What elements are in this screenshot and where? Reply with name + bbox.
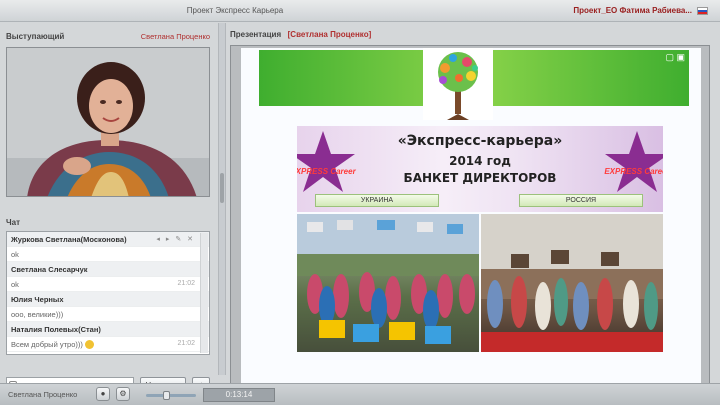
- volume-slider[interactable]: [146, 394, 196, 397]
- status-user-name: Светлана Проценко: [8, 390, 78, 399]
- speaker-name: Светлана Проценко: [140, 32, 210, 41]
- session-time: 0:13:14: [203, 388, 275, 402]
- photo-ukraine-group: [297, 214, 479, 352]
- title-bar: Проект Экспресс Карьера Проект_ЕО Фатима…: [0, 0, 720, 22]
- chat-message-text: ok 21:02: [7, 277, 209, 292]
- speaker-video: [6, 47, 210, 197]
- chat-message-time: 21:02: [177, 280, 195, 287]
- presentation-panel: Презентация [Светлана Проценко] ▢ ▣ PRES…: [226, 23, 720, 397]
- slide-title-line3: БАНКЕТ ДИРЕКТОРОВ: [403, 171, 557, 185]
- chat-message-time: 21:02: [177, 340, 195, 347]
- microphone-icon[interactable]: ●: [96, 387, 110, 401]
- chat-panel-header: Чат: [4, 215, 214, 231]
- status-bar: Светлана Проценко ● ⚙ 0:13:14: [0, 383, 720, 405]
- chat-tools-icon[interactable]: ◂ ▸ ✎ ✕: [156, 235, 195, 243]
- presentation-header: Презентация [Светлана Проценко]: [230, 29, 371, 39]
- speaker-video-image: [7, 48, 209, 196]
- slide-banner: EXPRESS Career EXPRESS Career «Экспресс-…: [297, 126, 663, 212]
- window-title: Проект Экспресс Карьера: [186, 6, 284, 15]
- current-user[interactable]: Проект_ЕО Фатима Рабиева...: [573, 6, 692, 15]
- panel-splitter[interactable]: [218, 23, 226, 375]
- flag-ru-icon[interactable]: [697, 7, 708, 15]
- chat-scrollbar[interactable]: [200, 233, 208, 353]
- settings-icon[interactable]: ⚙: [116, 387, 130, 401]
- country-label-russia: РОССИЯ: [519, 194, 643, 207]
- speaker-panel-header: Выступающий Светлана Проценко: [4, 29, 214, 45]
- chat-message-name: Журкова Светлана(Москонова) ◂ ▸ ✎ ✕: [7, 232, 209, 247]
- slide-viewport[interactable]: ▢ ▣ PRESS Career EXPRESS Care «Экспресс-…: [230, 45, 710, 397]
- slide: ▢ ▣ PRESS Career EXPRESS Care «Экспресс-…: [241, 48, 701, 384]
- photo-ukraine-group-image: [297, 214, 479, 344]
- tree-logo: [423, 48, 493, 120]
- country-label-ukraine: УКРАИНА: [315, 194, 439, 207]
- chat-message-text: ооо, великие))): [7, 307, 209, 322]
- photo-russia-group-image: [481, 214, 663, 352]
- chat-message-text: ok: [7, 247, 209, 262]
- splitter-grip-icon[interactable]: [220, 173, 224, 203]
- slide-title-line2: 2014 год: [449, 154, 511, 168]
- app-window: Проект Экспресс Карьера Проект_ЕО Фатима…: [0, 0, 720, 405]
- left-column: Выступающий Светлана Проценко Чат Журков…: [0, 23, 218, 393]
- presenter-name: [Светлана Проценко]: [287, 30, 372, 39]
- tree-logo-icon: [438, 52, 478, 120]
- slide-title-line1: «Экспресс-карьера»: [397, 133, 563, 149]
- presentation-title: Презентация: [230, 30, 282, 39]
- chat-panel-title: Чат: [6, 218, 20, 227]
- speaker-panel-title: Выступающий: [6, 32, 65, 41]
- chat-message-name: Наталия Полевых(Стан): [7, 322, 209, 337]
- chat-message-text: Всем добрый утро))) 21:02: [7, 337, 209, 352]
- chat-message-name: Светлана Слесарчук: [7, 262, 209, 277]
- photo-russia-group: [481, 214, 663, 352]
- smiley-icon: [84, 340, 94, 349]
- slide-controls-icon[interactable]: ▢ ▣: [665, 52, 685, 63]
- volume-knob[interactable]: [163, 391, 170, 400]
- chat-log[interactable]: Журкова Светлана(Москонова) ◂ ▸ ✎ ✕ ok С…: [6, 231, 210, 355]
- chat-message-name: Юлия Черных: [7, 292, 209, 307]
